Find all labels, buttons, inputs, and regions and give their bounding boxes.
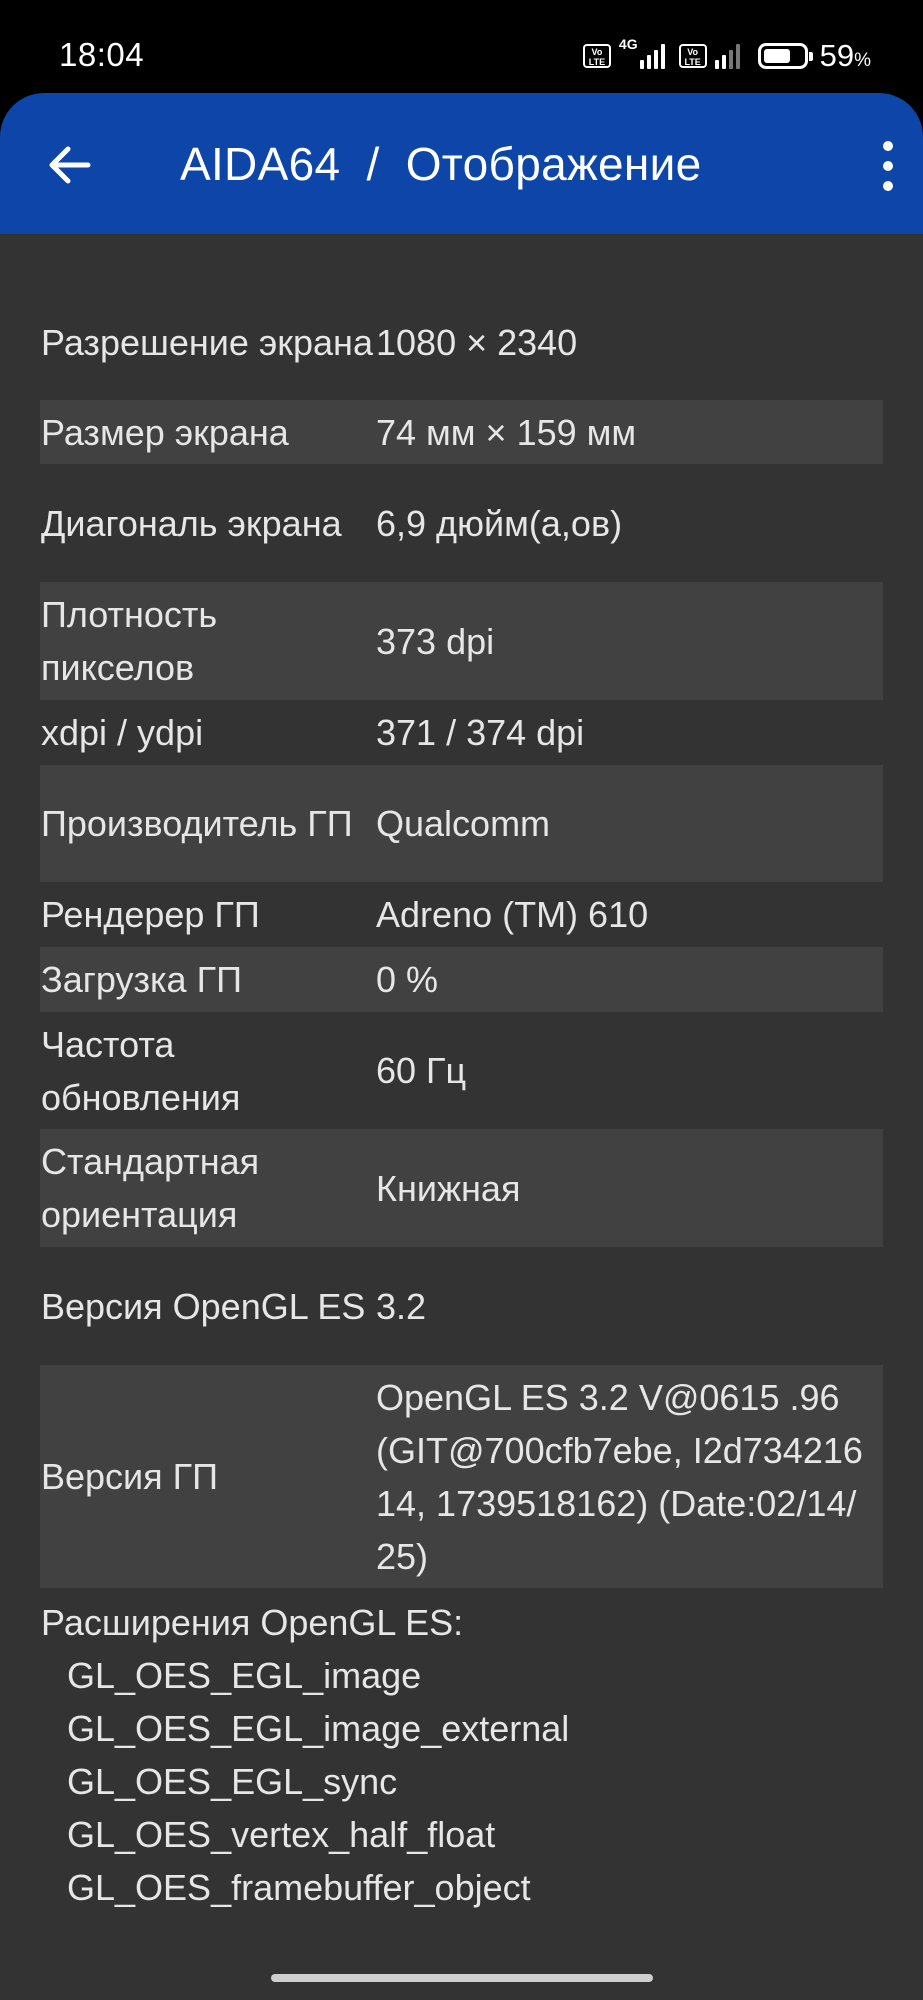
- row-label: xdpi / ydpi: [41, 712, 204, 753]
- battery-unit: %: [854, 50, 871, 71]
- row-label: Производитель ГП: [41, 803, 353, 844]
- signal-strength-icon: [639, 43, 665, 69]
- battery-value: 59: [819, 38, 855, 73]
- volte-icon: Vo LTE: [582, 44, 611, 68]
- list-item: GL_OES_EGL_sync: [67, 1761, 398, 1802]
- row-value: Книжная: [376, 1167, 521, 1209]
- row-label: Разрешение экрана: [41, 321, 373, 363]
- row-label: Плотность пикселов: [41, 594, 218, 688]
- volte-icon-sim2: Vo LTE: [678, 44, 707, 68]
- more-options-icon[interactable]: [875, 138, 901, 194]
- table-row: Версия ГП OpenGL ES 3.2 V@0615 .96 (GIT@…: [40, 1365, 883, 1588]
- row-value: 373 dpi: [376, 620, 495, 662]
- row-value: 371 / 374 dpi: [376, 712, 585, 753]
- row-value: Qualcomm: [376, 803, 551, 844]
- extensions-title: Расширения OpenGL ES:: [41, 1602, 464, 1643]
- back-arrow-icon[interactable]: [44, 139, 96, 191]
- row-value: 60 Гц: [376, 1050, 467, 1091]
- table-row: Разрешение экрана 1080 × 2340: [40, 284, 883, 400]
- battery-percentage: 59%: [820, 38, 871, 74]
- page-title: AIDA64 / Отображение: [180, 138, 702, 190]
- list-item: GL_OES_EGL_image_external: [67, 1708, 570, 1749]
- battery-level: [763, 49, 790, 63]
- row-value: OpenGL ES 3.2 V@0615 .96 (GIT@700cfb7ebe…: [376, 1376, 863, 1577]
- list-item: GL_OES_vertex_half_float: [67, 1814, 496, 1855]
- network-type: 4G: [618, 36, 638, 52]
- row-label: Версия OpenGL ES: [41, 1285, 366, 1327]
- status-icons: Vo LTE 4G Vo LTE 59%: [582, 36, 871, 74]
- table-row: Версия OpenGL ES 3.2: [40, 1247, 883, 1365]
- row-value: 0 %: [376, 959, 439, 1000]
- status-time: 18:04: [59, 36, 145, 73]
- signal-strength-icon-sim2: [714, 43, 740, 69]
- row-value: Adreno (TM) 610: [376, 894, 649, 935]
- display-properties-table: Разрешение экрана 1080 × 2340 Размер экр…: [40, 284, 883, 1588]
- list-item: GL_OES_EGL_image: [67, 1655, 422, 1696]
- home-indicator[interactable]: [271, 1974, 653, 1982]
- row-label: Стандартная ориентация: [41, 1141, 260, 1235]
- table-row: Диагональ экрана 6,9 дюйм(а,ов): [40, 464, 883, 582]
- opengl-extensions-list: Расширения OpenGL ES: GL_OES_EGL_image G…: [41, 1596, 883, 1914]
- app-bar: AIDA64 / Отображение: [0, 93, 923, 234]
- row-value: 6,9 дюйм(а,ов): [376, 502, 623, 544]
- battery-icon: [757, 43, 813, 69]
- row-label: Частота обновления: [41, 1023, 241, 1118]
- list-item: GL_OES_framebuffer_object: [67, 1867, 531, 1908]
- table-row: xdpi / ydpi 371 / 374 dpi: [40, 700, 883, 765]
- status-bar: 18:04 Vo LTE 4G Vo LTE 59%: [0, 0, 923, 100]
- row-label: Версия ГП: [41, 1456, 219, 1497]
- display-info-panel: Разрешение экрана 1080 × 2340 Размер экр…: [0, 234, 923, 2000]
- table-row: Производитель ГП Qualcomm: [40, 765, 883, 882]
- row-value: 1080 × 2340: [376, 321, 578, 363]
- table-row: Рендерер ГП Adreno (TM) 610: [40, 882, 883, 947]
- row-label: Рендерер ГП: [41, 894, 260, 935]
- table-row: Частота обновления 60 Гц: [40, 1012, 883, 1129]
- row-label: Размер экрана: [41, 411, 289, 453]
- row-value: 74 мм × 159 мм: [376, 411, 637, 453]
- row-label: Загрузка ГП: [41, 959, 242, 1000]
- row-label: Диагональ экрана: [41, 502, 342, 544]
- table-row: Загрузка ГП 0 %: [40, 947, 883, 1012]
- table-row: Размер экрана 74 мм × 159 мм: [40, 400, 883, 464]
- table-row: Плотность пикселов 373 dpi: [40, 582, 883, 700]
- row-value: 3.2: [376, 1285, 427, 1327]
- table-row: Стандартная ориентация Книжная: [40, 1129, 883, 1247]
